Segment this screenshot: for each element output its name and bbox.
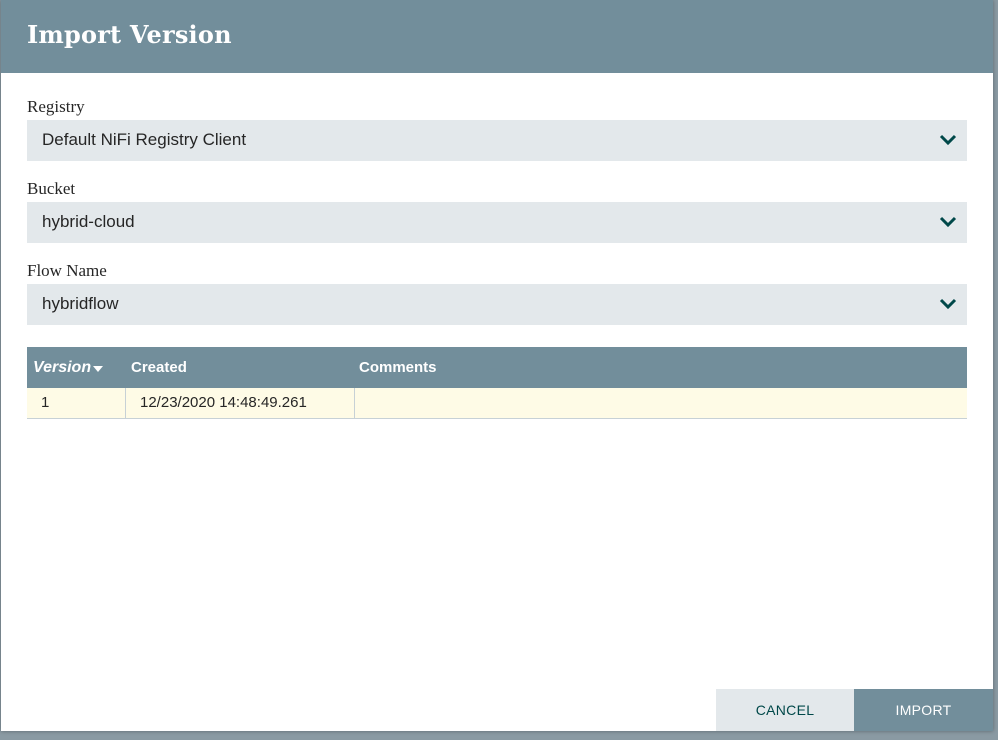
import-button[interactable]: IMPORT [854,689,993,731]
import-version-dialog: Import Version Registry Default NiFi Reg… [1,0,993,731]
registry-select-value: Default NiFi Registry Client [42,130,247,149]
registry-select[interactable]: Default NiFi Registry Client [27,120,967,161]
versions-table: Version Created Comments 1 12/23/2020 14… [27,347,967,419]
column-header-version[interactable]: Version [33,347,91,388]
column-divider [354,388,355,419]
chevron-down-icon [939,216,957,228]
column-header-created[interactable]: Created [131,347,187,388]
cell-created: 12/23/2020 14:48:49.261 [140,394,307,411]
flow-name-select-value: hybridflow [42,294,119,313]
flow-name-label: Flow Name [27,261,107,280]
column-divider [125,388,126,419]
bucket-label: Bucket [27,179,76,198]
table-row[interactable]: 1 12/23/2020 14:48:49.261 [27,388,967,419]
cancel-button[interactable]: CANCEL [716,689,854,731]
registry-label: Registry [27,97,85,116]
bucket-select-value: hybrid-cloud [42,212,135,231]
bucket-select[interactable]: hybrid-cloud [27,202,967,243]
table-header: Version Created Comments [27,347,967,388]
caret-down-icon [93,366,103,372]
dialog-header: Import Version [1,0,993,73]
column-header-comments[interactable]: Comments [359,347,437,388]
cell-version: 1 [41,394,50,411]
dialog-title: Import Version [27,20,232,49]
flow-name-select[interactable]: hybridflow [27,284,967,325]
chevron-down-icon [939,298,957,310]
chevron-down-icon [939,134,957,146]
